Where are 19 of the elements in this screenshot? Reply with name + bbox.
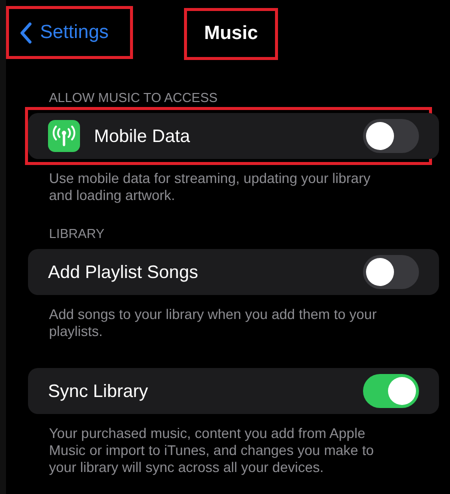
antenna-icon (48, 120, 80, 152)
row-label: Mobile Data (94, 126, 192, 146)
row-label: Sync Library (48, 380, 150, 402)
back-link[interactable]: Settings (19, 22, 109, 44)
row-label: Add Playlist Songs (48, 262, 200, 282)
toggle-switch[interactable] (363, 255, 419, 289)
settings-row[interactable]: Add Playlist Songs (28, 249, 439, 295)
toggle-switch[interactable] (363, 374, 419, 408)
toggle-switch[interactable] (363, 119, 419, 153)
section-footer: Your purchased music, content you add from Apple Music or import to iTunes, and changes you make to your library will sync across all your devices. (6, 420, 450, 476)
settings-row[interactable]: Sync Library (28, 368, 439, 414)
section-header: ALLOW MUSIC TO ACCESS (48, 90, 219, 105)
section-footer: Add songs to your library when you add them to your playlists. (6, 301, 450, 340)
settings-row[interactable]: Mobile Data (28, 113, 439, 159)
section-header: LIBRARY (48, 226, 106, 241)
page-title: Music (204, 23, 258, 45)
chevron-left-icon (19, 22, 32, 44)
back-label: Settings (40, 22, 109, 44)
section-footer: Use mobile data for streaming, updating your library and loading artwork. (6, 165, 450, 204)
